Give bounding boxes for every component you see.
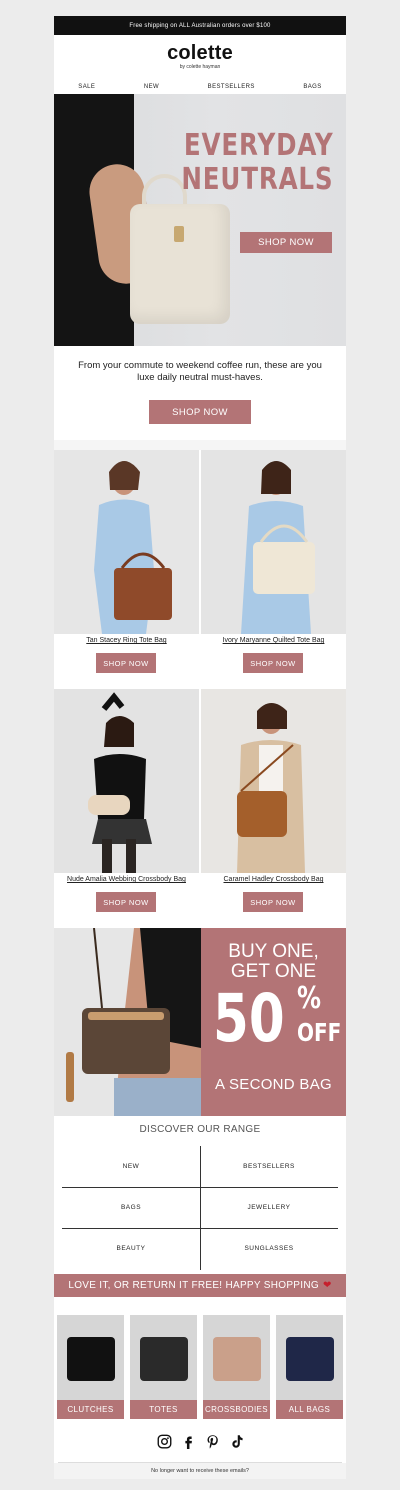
range-divider-horizontal	[62, 1187, 338, 1188]
intro-shop-now-button[interactable]: SHOP NOW	[149, 400, 251, 424]
promo-percent-sign: %	[297, 981, 322, 1016]
facebook-icon[interactable]	[180, 1434, 196, 1450]
product-shop-now-button[interactable]: SHOP NOW	[96, 892, 156, 912]
intro-button-wrap: SHOP NOW	[54, 400, 346, 440]
nav-item-bags[interactable]: BAGS	[303, 84, 321, 90]
shipping-banner: Free shipping on ALL Australian orders o…	[54, 16, 346, 35]
product-grid: Tan Stacey Ring Tote Bag SHOP NOW Ivory …	[54, 450, 346, 928]
product-card[interactable]: Nude Amalia Webbing Crossbody Bag SHOP N…	[54, 689, 199, 928]
hero-title: EVERYDAY NEUTRALS	[181, 129, 333, 197]
category-tile-all-bags[interactable]: ALL BAGS	[276, 1315, 343, 1419]
category-tiles: CLUTCHES TOTES CROSSBODIES ALL BAGS	[54, 1297, 346, 1425]
product-model-figure	[54, 689, 199, 873]
range-link-sunglasses[interactable]: SUNGLASSES	[200, 1228, 338, 1269]
range-divider-horizontal	[62, 1228, 338, 1229]
promo-text-panel: BUY ONE, GET ONE 50 % OFF A SECOND BAG	[201, 928, 346, 1116]
category-tile-clutches[interactable]: CLUTCHES	[57, 1315, 124, 1419]
pinterest-icon[interactable]	[204, 1434, 220, 1450]
hero-bag-buckle	[174, 226, 184, 242]
product-image[interactable]	[54, 689, 199, 873]
range-link-bestsellers[interactable]: BESTSELLERS	[200, 1146, 338, 1187]
product-name[interactable]: Nude Amalia Webbing Crossbody Bag	[54, 876, 199, 883]
nav-item-bestsellers[interactable]: BESTSELLERS	[208, 84, 255, 90]
product-image[interactable]	[54, 450, 199, 634]
returns-banner: LOVE IT, OR RETURN IT FREE! HAPPY SHOPPI…	[54, 1274, 346, 1297]
category-label[interactable]: ALL BAGS	[276, 1400, 343, 1419]
top-nav: SALE NEW BESTSELLERS BAGS	[54, 79, 346, 94]
range-divider-vertical	[200, 1146, 201, 1270]
product-card[interactable]: Caramel Hadley Crossbody Bag SHOP NOW	[201, 689, 346, 928]
hero-bag-image	[130, 204, 230, 324]
promo-bag-figure	[54, 928, 201, 1116]
hero-title-line1: EVERYDAY	[183, 128, 333, 163]
category-tile-crossbodies[interactable]: CROSSBODIES	[203, 1315, 270, 1419]
heart-icon: ❤	[322, 1280, 332, 1291]
promo-headline-line1: BUY ONE,	[228, 941, 319, 962]
tote-image	[139, 1337, 188, 1381]
hero-shop-now-button[interactable]: SHOP NOW	[240, 232, 332, 253]
product-shop-now-button[interactable]: SHOP NOW	[243, 892, 303, 912]
brand-logo-subtitle: by colette hayman	[179, 64, 221, 70]
range-link-bags[interactable]: BAGS	[62, 1187, 200, 1228]
category-label[interactable]: TOTES	[130, 1400, 197, 1419]
unsubscribe-link[interactable]: No longer want to receive these emails?	[151, 1468, 249, 1474]
instagram-icon[interactable]	[156, 1434, 172, 1450]
product-name[interactable]: Tan Stacey Ring Tote Bag	[54, 637, 199, 644]
clutch-image	[66, 1337, 115, 1381]
discover-range-title: DISCOVER OUR RANGE	[139, 1124, 261, 1135]
product-name[interactable]: Ivory Maryanne Quilted Tote Bag	[201, 637, 346, 644]
brand-header[interactable]: colette by colette hayman	[54, 35, 346, 79]
range-link-beauty[interactable]: BEAUTY	[62, 1228, 200, 1269]
hero-title-line2: NEUTRALS	[180, 162, 333, 197]
product-card[interactable]: Ivory Maryanne Quilted Tote Bag SHOP NOW	[201, 450, 346, 689]
product-name[interactable]: Caramel Hadley Crossbody Bag	[201, 876, 346, 883]
promo-image	[54, 928, 201, 1116]
discover-range-grid: NEW BESTSELLERS BAGS JEWELLERY BEAUTY SU…	[62, 1146, 338, 1270]
returns-banner-text: LOVE IT, OR RETURN IT FREE! HAPPY SHOPPI…	[68, 1280, 319, 1291]
product-model-figure	[201, 689, 346, 873]
shipping-banner-text: Free shipping on ALL Australian orders o…	[129, 22, 271, 29]
product-card[interactable]: Tan Stacey Ring Tote Bag SHOP NOW	[54, 450, 199, 689]
all-bags-image	[285, 1337, 334, 1381]
promo-banner[interactable]: BUY ONE, GET ONE 50 % OFF A SECOND BAG	[54, 928, 346, 1116]
product-shop-now-button[interactable]: SHOP NOW	[96, 653, 156, 673]
hero-banner[interactable]: EVERYDAY NEUTRALS SHOP NOW	[54, 94, 346, 346]
category-label[interactable]: CLUTCHES	[57, 1400, 124, 1419]
unsubscribe-footer: No longer want to receive these emails?	[54, 1463, 346, 1479]
tiktok-icon[interactable]	[228, 1434, 244, 1450]
category-tile-totes[interactable]: TOTES	[130, 1315, 197, 1419]
product-model-figure	[201, 450, 346, 634]
promo-discount-number: 50	[213, 980, 285, 1057]
promo-off-label: OFF	[297, 1018, 342, 1047]
range-link-new[interactable]: NEW	[62, 1146, 200, 1187]
promo-headline-line2: GET ONE	[230, 961, 317, 982]
nav-item-sale[interactable]: SALE	[78, 84, 95, 90]
product-image[interactable]	[201, 450, 346, 634]
product-model-figure	[54, 450, 199, 634]
section-divider	[54, 440, 346, 450]
crossbody-image	[212, 1337, 261, 1381]
category-label[interactable]: CROSSBODIES	[203, 1400, 270, 1419]
intro-text: From your commute to weekend coffee run,…	[78, 360, 322, 383]
nav-item-new[interactable]: NEW	[144, 84, 159, 90]
email-container: Free shipping on ALL Australian orders o…	[54, 16, 346, 1479]
promo-headline: BUY ONE, GET ONE	[201, 942, 346, 982]
range-link-jewellery[interactable]: JEWELLERY	[200, 1187, 338, 1228]
product-shop-now-button[interactable]: SHOP NOW	[243, 653, 303, 673]
product-image[interactable]	[201, 689, 346, 873]
promo-subline: A SECOND BAG	[215, 1076, 332, 1093]
social-links	[54, 1425, 346, 1458]
brand-logo[interactable]: colette	[54, 43, 346, 63]
